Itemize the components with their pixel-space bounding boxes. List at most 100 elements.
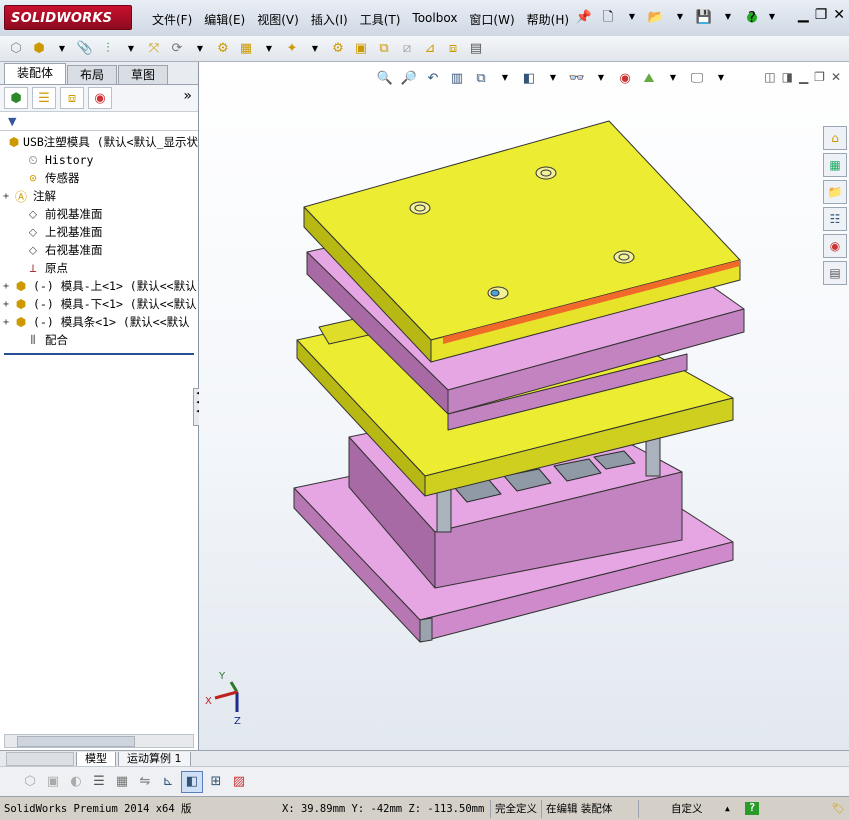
tab-model[interactable]: 模型 <box>76 751 116 767</box>
file-explorer-icon[interactable]: 📁 <box>823 180 847 204</box>
dropdown-arrow-icon[interactable]: ▼ <box>305 39 325 59</box>
menu-file[interactable]: 文件(F) <box>146 9 198 30</box>
minimize-icon[interactable]: ▁ <box>798 7 809 23</box>
shaded-icon[interactable]: ◐ <box>66 772 86 792</box>
lines-icon[interactable]: ☰ <box>89 772 109 792</box>
paperclip-icon[interactable]: 📎 <box>75 39 95 59</box>
graphics-viewport[interactable]: 🔍 🔎 ↶ ▥ ⧉ ▼ ◧ ▼ 👓 ▼ ◉ ⛰ ▼ 🖵 ▼ ◫ ◨ ▁ ❐ ✕ <box>199 62 849 750</box>
expand-panel-icon[interactable]: » <box>183 88 192 104</box>
close-icon[interactable]: ✕ <box>833 7 845 23</box>
triad-z-label: Z <box>234 716 241 727</box>
edit-component-icon[interactable]: ⬡ <box>20 772 40 792</box>
dropdown-arrow-icon[interactable]: ▼ <box>52 39 72 59</box>
save-icon[interactable]: 💾 <box>694 7 714 27</box>
view-palette-icon[interactable]: ☷ <box>823 207 847 231</box>
display-pane-icon[interactable]: ▤ <box>466 39 486 59</box>
dropdown-arrow-icon[interactable]: ▼ <box>762 7 782 27</box>
mate-icon[interactable]: ⫶ <box>98 39 118 59</box>
tree-item-annotations[interactable]: + Ⓐ 注解 <box>0 187 198 205</box>
axes-icon[interactable]: ⊾ <box>158 772 178 792</box>
exploded-view-icon[interactable]: ⧉ <box>374 39 394 59</box>
tree-item-front-plane[interactable]: ⬦ 前视基准面 <box>0 205 198 223</box>
custom-properties-icon[interactable]: ▤ <box>823 261 847 285</box>
status-units[interactable]: 自定义 <box>667 800 721 818</box>
reference-geometry-icon[interactable]: ✦ <box>282 39 302 59</box>
expand-toggle[interactable]: + <box>0 281 12 292</box>
insert-component-icon[interactable]: ⬢ <box>29 39 49 59</box>
box-view-icon[interactable]: ◧ <box>181 770 203 793</box>
explode-line-icon[interactable]: ⧄ <box>397 39 417 59</box>
tree-item-right-plane[interactable]: ⬦ 右视基准面 <box>0 241 198 259</box>
menu-insert[interactable]: 插入(I) <box>305 9 354 30</box>
menu-view[interactable]: 视图(V) <box>251 9 305 30</box>
design-library-icon[interactable]: ▦ <box>823 153 847 177</box>
instant3d-icon[interactable]: ⧈ <box>443 39 463 59</box>
help-button[interactable]: ? <box>742 7 762 27</box>
linear-pattern-icon[interactable]: ▦ <box>236 39 256 59</box>
tree-item-history[interactable]: ⏲ History <box>0 151 198 169</box>
tree-item-origin[interactable]: ⊥ 原点 <box>0 259 198 277</box>
expand-toggle[interactable]: + <box>0 299 12 310</box>
assembly-component-icon[interactable]: ⬡ <box>6 39 26 59</box>
annotation-icon: Ⓐ <box>14 189 27 204</box>
assembly-features-icon[interactable]: ▣ <box>351 39 371 59</box>
tree-item-mold-upper[interactable]: + ⬢ (-) 模具-上<1> (默认<<默认 <box>0 277 198 295</box>
open-folder-icon[interactable]: 📂 <box>646 7 666 27</box>
units-arrow-icon[interactable]: ▲ <box>721 800 745 818</box>
dropdown-arrow-icon[interactable]: ▼ <box>670 7 690 27</box>
tab-sketch[interactable]: 草图 <box>118 65 169 84</box>
menu-tools[interactable]: 工具(T) <box>354 9 407 30</box>
menu-window[interactable]: 窗口(W) <box>463 9 520 30</box>
home-icon[interactable]: ⌂ <box>823 126 847 150</box>
configuration-manager-icon[interactable]: ⧈ <box>60 87 84 109</box>
pin-icon[interactable]: 📌 <box>574 7 594 27</box>
part-icon: ⬢ <box>15 279 27 293</box>
tree-item-top-plane[interactable]: ⬦ 上视基准面 <box>0 223 198 241</box>
save-view-icon[interactable]: ▨ <box>229 772 249 792</box>
expand-toggle[interactable]: + <box>0 317 12 328</box>
tab-assembly[interactable]: 装配体 <box>4 63 67 84</box>
filter-icon[interactable]: ▼ <box>8 115 16 128</box>
dropdown-arrow-icon[interactable]: ▼ <box>718 7 738 27</box>
new-document-icon[interactable]: 🗋 <box>598 7 618 27</box>
tab-motion-study[interactable]: 运动算例 1 <box>118 751 191 767</box>
tree-item-sensors[interactable]: ⊙ 传感器 <box>0 169 198 187</box>
property-manager-icon[interactable]: ☰ <box>32 87 56 109</box>
menu-toolbox[interactable]: Toolbox <box>406 9 463 30</box>
dropdown-arrow-icon[interactable]: ▼ <box>622 7 642 27</box>
move-component-icon[interactable]: ⤧ <box>144 39 164 59</box>
rebuild-tag-icon[interactable]: 🏷 <box>828 800 849 818</box>
expand-toggle[interactable]: + <box>0 191 12 202</box>
restore-icon[interactable]: ❐ <box>815 7 828 23</box>
tree-item-mold-strip[interactable]: + ⬢ (-) 模具条<1> (默认<<默认 <box>0 313 198 331</box>
appearances-icon[interactable]: ◉ <box>823 234 847 258</box>
dropdown-arrow-icon[interactable]: ▼ <box>121 39 141 59</box>
cube-icon[interactable]: ▣ <box>43 772 63 792</box>
tree-item-mates[interactable]: ⫴ 配合 <box>0 331 198 349</box>
tree-item-assembly-root[interactable]: ⬢ USB注塑模具 (默认<默认_显示状 <box>0 133 198 151</box>
tab-layout[interactable]: 布局 <box>67 65 118 84</box>
rotate-component-icon[interactable]: ⟳ <box>167 39 187 59</box>
rollback-bar[interactable] <box>4 353 194 355</box>
gear-icon[interactable]: ⚙ <box>328 39 348 59</box>
dropdown-arrow-icon[interactable]: ▼ <box>190 39 210 59</box>
solidworks-logo[interactable]: SOLIDWORKS <box>4 5 132 30</box>
help-icon[interactable]: ? <box>745 802 760 815</box>
tree-item-label: History <box>45 153 94 167</box>
menu-help[interactable]: 帮助(H) <box>521 9 575 30</box>
menu-edit[interactable]: 编辑(E) <box>198 9 251 30</box>
feature-manager-icon[interactable]: ⬢ <box>4 87 28 109</box>
mold-assembly-model[interactable]: Y X Z <box>199 62 849 750</box>
display-manager-icon[interactable]: ◉ <box>88 87 112 109</box>
interference-check-icon[interactable]: ⊿ <box>420 39 440 59</box>
grid-icon[interactable]: ▦ <box>112 772 132 792</box>
horizontal-scrollbar[interactable] <box>4 734 194 748</box>
scrollbar-thumb[interactable] <box>17 736 135 747</box>
tab-navigation-arrows[interactable] <box>6 752 74 766</box>
status-separator <box>638 799 667 818</box>
table-view-icon[interactable]: ⊞ <box>206 772 226 792</box>
tree-item-mold-lower[interactable]: + ⬢ (-) 模具-下<1> (默认<<默认 <box>0 295 198 313</box>
flip-icon[interactable]: ⇋ <box>135 772 155 792</box>
smart-fasteners-icon[interactable]: ⚙ <box>213 39 233 59</box>
dropdown-arrow-icon[interactable]: ▼ <box>259 39 279 59</box>
